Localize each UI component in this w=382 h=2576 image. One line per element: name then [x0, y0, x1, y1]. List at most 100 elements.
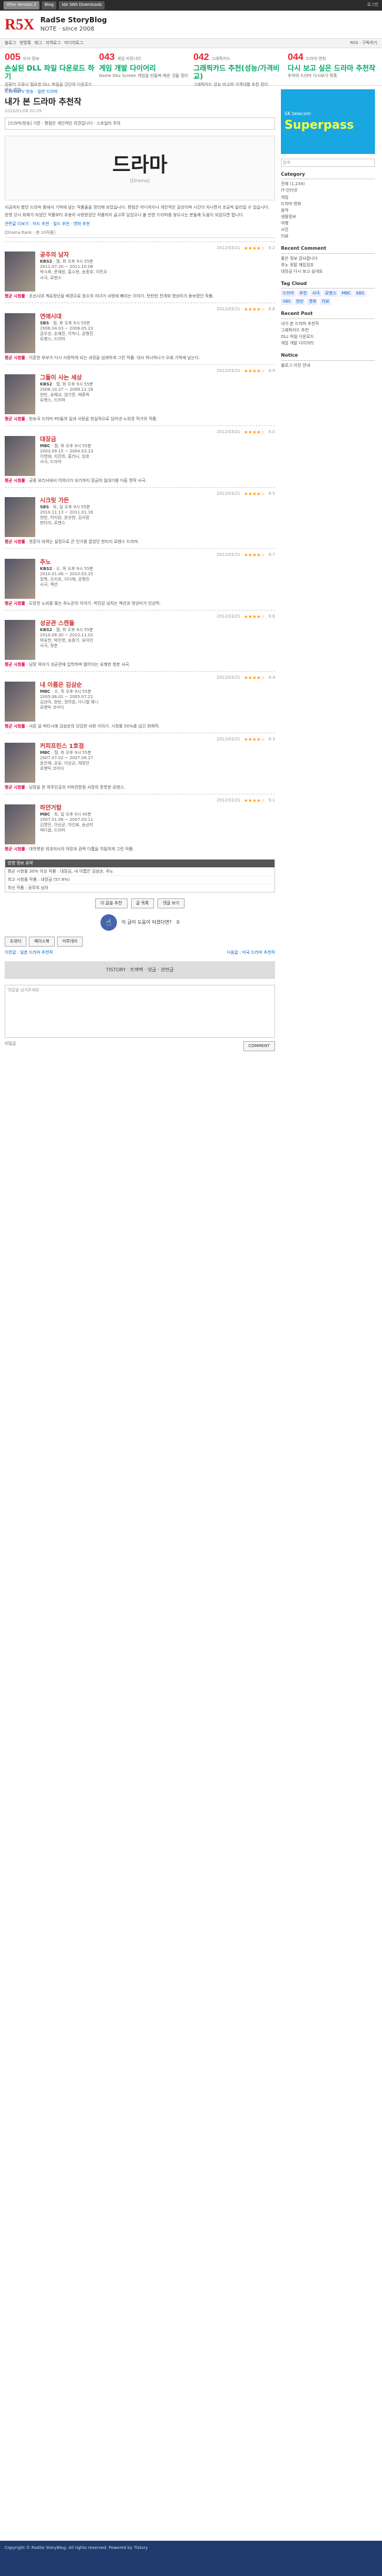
tab-downloads[interactable]: Idx SNS Downloads — [59, 1, 105, 9]
category-item[interactable]: 생활정보 — [281, 214, 375, 220]
drama-poster[interactable] — [5, 620, 35, 660]
nav-bar: 블로그 방명록 태그 지역로그 미디어로그 RSS · 구독하기 — [0, 39, 382, 48]
tag-item[interactable]: 로맨스 — [323, 290, 339, 297]
recent-post-item[interactable]: 게임 개발 다이어리 — [281, 340, 375, 347]
tab-blog[interactable]: Blog — [41, 1, 57, 9]
next-post-link[interactable]: 다음글 : 미국 드라마 추천작 — [227, 950, 275, 955]
drama-genre: 로맨틱 코미디 — [40, 766, 64, 772]
featured-post[interactable]: 005 지식·정보 손실된 DLL 파일 다운로드 하기 컴퓨터 오류시 필요한 … — [5, 52, 95, 92]
tag-item[interactable]: KBS — [354, 290, 366, 297]
drama-poster[interactable] — [5, 681, 35, 722]
tag-item[interactable]: 리뷰 — [320, 298, 331, 306]
featured-post[interactable]: 042 그래픽카드 그래픽카드 추천(성능/가격비교) 그래픽카드 성능 비교와 … — [193, 52, 283, 87]
drama-poster[interactable] — [5, 497, 35, 538]
recent-comment-item[interactable]: 대장금 다시 보고 싶네요 — [281, 269, 375, 275]
prev-post-link[interactable]: 이전글 : 일본 드라마 추천작 — [5, 950, 53, 955]
featured-post[interactable]: 044 드라마·영화 다시 보고 싶은 드라마 추천작 추억의 드라마 다시보기 … — [288, 52, 378, 82]
recent-comment-box: Recent Comment 좋은 정보 감사합니다 추노 정말 재밌었죠 대장금 … — [281, 246, 375, 275]
drama-title[interactable]: 대장금 — [40, 436, 275, 444]
nav-item-blog[interactable]: 블로그 — [5, 41, 16, 46]
drama-poster[interactable] — [5, 374, 35, 415]
drama-cast: 박유천, 박민영, 송중기, 유아인 — [40, 638, 93, 643]
drama-banner: 드라마 [Drama] — [5, 136, 275, 201]
drama-score: 8.7 — [268, 552, 275, 558]
drama-title[interactable]: 커피프린스 1호점 — [40, 743, 275, 750]
drama-poster[interactable] — [5, 313, 35, 353]
drama-title[interactable]: 연애시대 — [40, 313, 275, 321]
recent-post-item[interactable]: 내가 본 드라마 추천작 — [281, 321, 375, 327]
related-links[interactable]: 관련글 더보기 : 미드 추천 · 일드 추천 · 영화 추천 — [5, 222, 275, 227]
drama-title[interactable]: 그들이 사는 세상 — [40, 374, 275, 382]
drama-item: 2012/03/21 ★★★★☆ 9.1 하얀거탑 MBC · 토, 일 오후 9시… — [5, 794, 275, 855]
drama-title[interactable]: 성균관 스캔들 — [40, 620, 275, 628]
tag-item[interactable]: 추천 — [297, 290, 309, 297]
drama-item: 2012/03/21 ★★★★☆ 9.0 대장금 MBC · 월, 화 오후 9시 … — [5, 425, 275, 487]
star-rating-icon: ★★★★☆ — [244, 613, 265, 619]
category-item[interactable]: 음악 — [281, 207, 375, 214]
drama-title[interactable]: 내 이름은 김삼순 — [40, 682, 275, 689]
tag-item[interactable]: 사극 — [310, 290, 322, 297]
share-me2day-button[interactable]: 미투데이 — [57, 937, 83, 947]
category-item[interactable]: IT·인터넷 — [281, 187, 375, 194]
drama-title[interactable]: 공주의 남자 — [40, 251, 275, 259]
search-input[interactable]: 검색 — [281, 159, 375, 167]
drama-poster[interactable] — [5, 743, 35, 783]
category-item[interactable]: 드라마·영화 — [281, 201, 375, 207]
drama-poster[interactable] — [5, 804, 35, 844]
sidebar-ad[interactable]: SK telecom Superpass — [281, 89, 375, 154]
category-item[interactable]: 사진 — [281, 227, 375, 233]
comments-button[interactable]: 댓글 보기 — [158, 898, 185, 909]
drama-item: 2012/03/21 ★★★★☆ 9.2 공주의 남자 KBS2 · 월, 화 오후… — [5, 241, 275, 303]
comment-submit-button[interactable]: COMMENT — [243, 1041, 275, 1052]
category-item[interactable]: 여행 — [281, 220, 375, 227]
drama-channel: KBS2 · 월, 화 오후 9시 55분 — [40, 259, 93, 264]
drama-title[interactable]: 시크릿 가든 — [40, 497, 275, 505]
featured-post[interactable]: 043 게임·커뮤니티 게임 개발 다이어리 Game Dev Screen 게임… — [99, 52, 189, 82]
drama-score: 8.6 — [268, 613, 275, 619]
notice-item[interactable]: 블로그 이전 안내 — [281, 363, 375, 369]
recent-comment-item[interactable]: 좋은 정보 감사합니다 — [281, 256, 375, 262]
drama-period: 2007.07.02 ~ 2007.08.27 — [40, 756, 93, 761]
login-link[interactable]: 로그인 — [367, 2, 378, 8]
secret-checkbox[interactable]: 비밀글 — [5, 1041, 16, 1051]
rss-link[interactable]: RSS · 구독하기 — [350, 41, 377, 46]
drama-poster[interactable] — [5, 251, 35, 292]
nav-item-guestbook[interactable]: 방명록 — [19, 41, 31, 46]
tag-item[interactable]: SBS — [281, 298, 293, 306]
recent-comment-item[interactable]: 추노 정말 재밌었죠 — [281, 262, 375, 269]
drama-score: 9.1 — [268, 798, 275, 803]
star-rating-icon: ★★★★☆ — [244, 245, 265, 251]
tag-item[interactable]: 드라마 — [281, 290, 296, 297]
drama-title[interactable]: 추노 — [40, 559, 275, 566]
nav-item-tag[interactable]: 태그 — [35, 41, 42, 46]
recent-post-item[interactable]: 그래픽카드 추천 — [281, 327, 375, 334]
drama-review: 평균 시청률 · 방송국 드라마 PD들의 일과 사랑을 현실적으로 담아낸 노… — [5, 417, 158, 422]
site-logo[interactable]: R5X — [5, 15, 35, 35]
share-facebook-button[interactable]: 페이스북 — [29, 937, 55, 947]
tab-xfire[interactable]: Xfire Version 2 — [4, 1, 39, 9]
thumbs-up-icon[interactable]: ☝ — [100, 914, 117, 931]
nav-item-media[interactable]: 미디어로그 — [64, 41, 83, 46]
drama-score: 9.0 — [268, 430, 275, 435]
share-twitter-button[interactable]: 트위터 — [5, 937, 27, 947]
drama-date: 2012/03/21 — [216, 798, 240, 803]
drama-title[interactable]: 하얀거탑 — [40, 804, 275, 812]
nav-item-location[interactable]: 지역로그 — [46, 41, 61, 46]
category-item[interactable]: 리뷰 — [281, 233, 375, 240]
drama-genre: 판타지, 로맨스 — [40, 521, 66, 526]
breadcrumb[interactable]: 드라마&TV 방송 · 일반 드라마 — [5, 89, 275, 95]
category-item[interactable]: 전체 (1,234) — [281, 181, 375, 187]
bottom-banner[interactable]: TISTORY · 트랙백 · 댓글 · 관련글 — [5, 961, 275, 980]
recent-post-item[interactable]: DLL 파일 다운로드 — [281, 334, 375, 340]
list-button[interactable]: 글 목록 — [130, 898, 155, 909]
drama-cast: 박시후, 문채원, 홍수현, 송종호, 이민우 — [40, 270, 108, 275]
category-item[interactable]: 게임 — [281, 194, 375, 201]
tag-item[interactable]: MBC — [340, 290, 353, 297]
tag-item[interactable]: 현빈 — [294, 298, 306, 306]
drama-poster[interactable] — [5, 558, 35, 599]
tag-item[interactable]: 영화 — [307, 298, 319, 306]
recommend-button[interactable]: 이 글을 추천 — [95, 898, 128, 909]
comment-input[interactable]: 댓글을 남겨주세요 — [5, 985, 275, 1038]
drama-poster[interactable] — [5, 435, 35, 476]
featured-posts: 005 지식·정보 손실된 DLL 파일 다운로드 하기 컴퓨터 오류시 필요한 … — [0, 48, 382, 92]
